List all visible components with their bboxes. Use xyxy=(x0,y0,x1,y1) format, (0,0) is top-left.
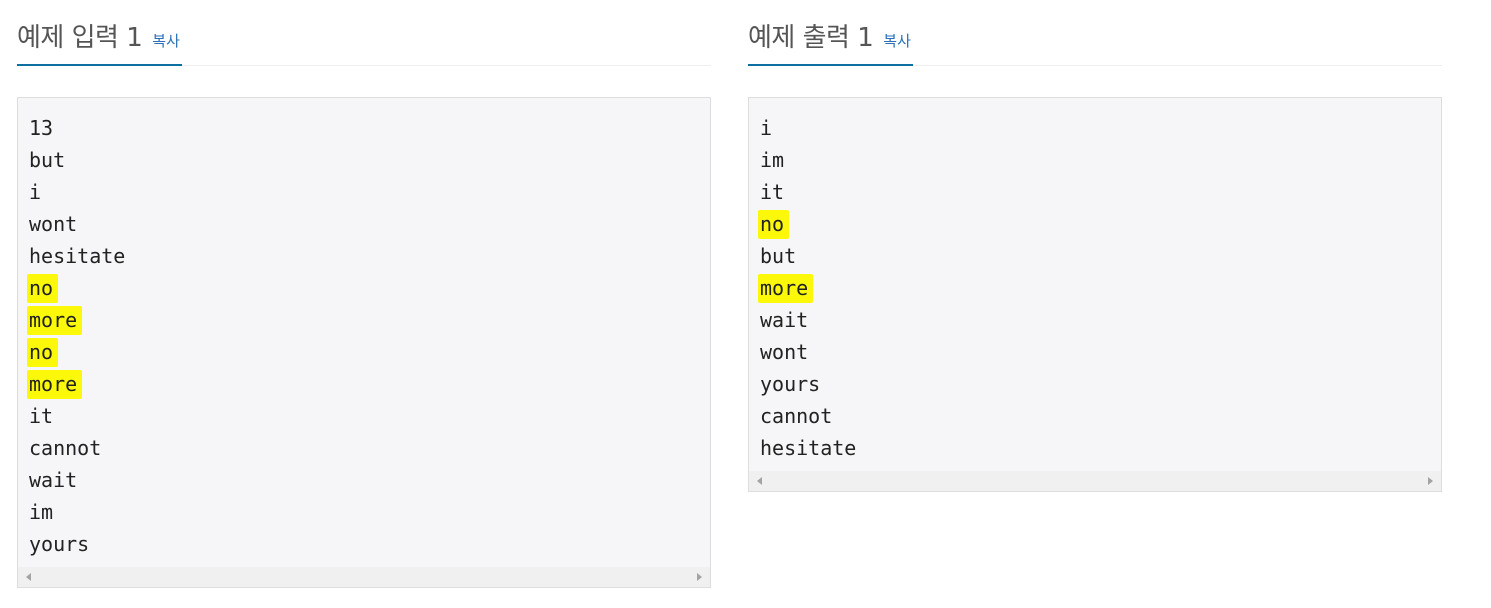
sample-line: im xyxy=(760,144,1441,176)
horizontal-scrollbar[interactable] xyxy=(749,471,1441,491)
sample-line: hesitate xyxy=(29,240,710,272)
scroll-left-arrow-icon[interactable] xyxy=(757,477,762,485)
line-text: wait xyxy=(760,308,809,332)
sample-line: cannot xyxy=(29,432,710,464)
sample-line: no xyxy=(758,208,1441,240)
sample-line: more xyxy=(27,368,710,400)
line-text: wont xyxy=(29,212,78,236)
sample-line: but xyxy=(760,240,1441,272)
sample-output-title: 예제 출력 1 xyxy=(748,23,874,53)
sample-input-title: 예제 입력 1 xyxy=(17,23,143,53)
sample-line: no xyxy=(27,272,710,304)
highlighted-line-text: no xyxy=(27,274,59,303)
copy-output-button[interactable]: 복사 xyxy=(883,30,911,51)
sample-input-headline: 예제 입력 1 복사 xyxy=(17,0,711,66)
sample-line: it xyxy=(29,400,710,432)
copy-input-button[interactable]: 복사 xyxy=(152,30,180,51)
sample-line: wait xyxy=(29,464,710,496)
line-text: but xyxy=(760,244,797,268)
sample-line: im xyxy=(29,496,710,528)
sample-line: wont xyxy=(760,336,1441,368)
line-text: it xyxy=(29,404,54,428)
line-text: i xyxy=(760,116,773,140)
highlighted-line-text: more xyxy=(758,274,814,303)
sample-line: wait xyxy=(760,304,1441,336)
highlighted-line-text: more xyxy=(27,370,83,399)
sample-output-lines: i im it no but more wait wont yours cannot hesitat… xyxy=(749,98,1441,464)
highlighted-line-text: more xyxy=(27,306,83,335)
sample-line: yours xyxy=(760,368,1441,400)
horizontal-scrollbar[interactable] xyxy=(18,567,710,587)
line-text: im xyxy=(760,148,785,172)
line-text: yours xyxy=(760,372,821,396)
sample-line: 13 xyxy=(29,112,710,144)
line-text: yours xyxy=(29,532,90,556)
sample-line: it xyxy=(760,176,1441,208)
sample-input-panel: 예제 입력 1 복사 13 but i wont hesitate no more no mor… xyxy=(17,0,711,588)
line-text: but xyxy=(29,148,66,172)
sample-input-title-underline: 예제 입력 1 복사 xyxy=(17,18,182,66)
sample-output-headline: 예제 출력 1 복사 xyxy=(748,0,1442,66)
sample-line: but xyxy=(29,144,710,176)
highlighted-line-text: no xyxy=(27,338,59,367)
line-text: cannot xyxy=(760,404,833,428)
line-text: hesitate xyxy=(29,244,126,268)
sample-output-box[interactable]: i im it no but more wait wont yours cannot hesitat… xyxy=(748,97,1442,492)
line-text: cannot xyxy=(29,436,102,460)
sample-line: i xyxy=(760,112,1441,144)
sample-input-lines: 13 but i wont hesitate no more no more it cannot wa… xyxy=(18,98,710,560)
line-text: hesitate xyxy=(760,436,857,460)
sample-input-box[interactable]: 13 but i wont hesitate no more no more it cannot wa… xyxy=(17,97,711,588)
sample-line: wont xyxy=(29,208,710,240)
sample-line: no xyxy=(27,336,710,368)
highlighted-line-text: no xyxy=(758,210,790,239)
line-text: im xyxy=(29,500,54,524)
line-text: it xyxy=(760,180,785,204)
sample-line: cannot xyxy=(760,400,1441,432)
sample-output-title-underline: 예제 출력 1 복사 xyxy=(748,18,913,66)
line-text: wont xyxy=(760,340,809,364)
line-text: wait xyxy=(29,468,78,492)
sample-line: more xyxy=(758,272,1441,304)
scroll-right-arrow-icon[interactable] xyxy=(697,573,702,581)
scroll-right-arrow-icon[interactable] xyxy=(1428,477,1433,485)
sample-line: hesitate xyxy=(760,432,1441,464)
sample-line: yours xyxy=(29,528,710,560)
scroll-left-arrow-icon[interactable] xyxy=(26,573,31,581)
sample-output-panel: 예제 출력 1 복사 i im it no but more wait wont yours ca… xyxy=(748,0,1442,492)
sample-line: i xyxy=(29,176,710,208)
line-text: i xyxy=(29,180,42,204)
sample-line: more xyxy=(27,304,710,336)
line-text: 13 xyxy=(29,116,54,140)
